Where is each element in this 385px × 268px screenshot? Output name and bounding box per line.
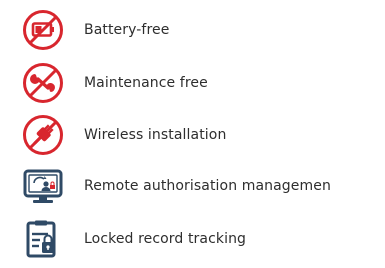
feature-battery-free: Battery-free bbox=[22, 9, 382, 51]
feature-label: Locked record tracking bbox=[84, 231, 247, 247]
battery-crossed-icon bbox=[22, 9, 64, 51]
feature-list: Battery-free Maintenance free Wireless i… bbox=[0, 0, 385, 268]
feature-label: Remote authorisation managemen bbox=[84, 178, 331, 194]
plug-crossed-icon bbox=[22, 114, 64, 156]
feature-label: Maintenance free bbox=[84, 75, 208, 91]
feature-remote-authorisation: Remote authorisation managemen bbox=[22, 165, 382, 207]
feature-locked-record-tracking: Locked record tracking bbox=[22, 218, 382, 260]
feature-label: Battery-free bbox=[84, 22, 170, 38]
locked-record-clipboard-icon bbox=[22, 218, 64, 260]
feature-wireless-installation: Wireless installation bbox=[22, 114, 382, 156]
feature-maintenance-free: Maintenance free bbox=[22, 62, 382, 104]
remote-management-monitor-icon bbox=[22, 165, 64, 207]
wrench-crossed-icon bbox=[22, 62, 64, 104]
feature-label: Wireless installation bbox=[84, 127, 227, 143]
